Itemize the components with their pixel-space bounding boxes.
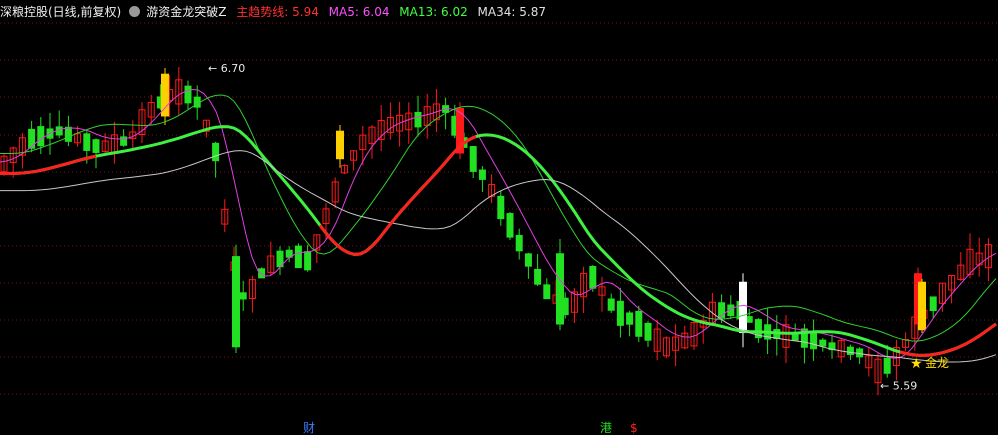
candle-body xyxy=(414,111,422,128)
candle-body xyxy=(810,330,818,350)
candle-body xyxy=(929,296,937,312)
candle-body xyxy=(626,312,634,325)
candle-body xyxy=(304,251,312,271)
candle-body xyxy=(635,310,643,337)
jinlong-label: 金龙 xyxy=(925,355,949,370)
bottom-label-2: $ xyxy=(630,421,638,435)
star-icon: ★ xyxy=(910,356,923,372)
max-price-label: ← 6.70 xyxy=(208,62,245,75)
candle-body xyxy=(607,298,615,311)
candle-body xyxy=(184,85,192,104)
candle-body xyxy=(92,139,100,153)
candle-body xyxy=(534,268,542,285)
candle-body xyxy=(515,234,523,252)
candle-body xyxy=(232,256,240,348)
candle-body xyxy=(258,268,266,279)
candle-body xyxy=(336,130,344,160)
candle-body xyxy=(791,333,799,341)
candle-body xyxy=(497,195,505,220)
candle-body xyxy=(28,128,36,149)
ma5-line xyxy=(0,88,997,359)
candle-body xyxy=(616,300,624,326)
candle-body xyxy=(469,146,477,172)
candle-body xyxy=(239,292,247,300)
candlestick-chart[interactable]: ← 6.70 ← 5.59 ★ 金龙财 港 $ xyxy=(0,0,998,435)
candle-body xyxy=(37,126,45,147)
min-price-label: ← 5.59 xyxy=(880,379,917,392)
candle-body xyxy=(524,253,532,267)
candle-body xyxy=(918,281,926,331)
candle-body xyxy=(883,357,891,374)
candle-body xyxy=(506,213,514,238)
candle-body xyxy=(83,133,91,151)
candle-body xyxy=(819,339,827,347)
bottom-label-0: 财 xyxy=(303,421,315,435)
candle-body xyxy=(543,284,551,300)
candle-body xyxy=(478,169,486,180)
ma34-line xyxy=(0,150,997,363)
candle-body xyxy=(556,253,564,325)
candle-body xyxy=(745,316,753,323)
candle-body xyxy=(212,142,220,162)
candle-body xyxy=(294,245,302,269)
candle-body xyxy=(739,281,747,334)
candle-body xyxy=(644,322,652,341)
candle-body xyxy=(846,346,854,355)
candle-body xyxy=(589,265,597,289)
candle-body xyxy=(64,126,72,142)
ma13-line xyxy=(0,125,997,357)
bottom-label-1: 港 xyxy=(600,421,612,435)
trend-line xyxy=(0,154,97,175)
candle-body xyxy=(161,73,169,117)
